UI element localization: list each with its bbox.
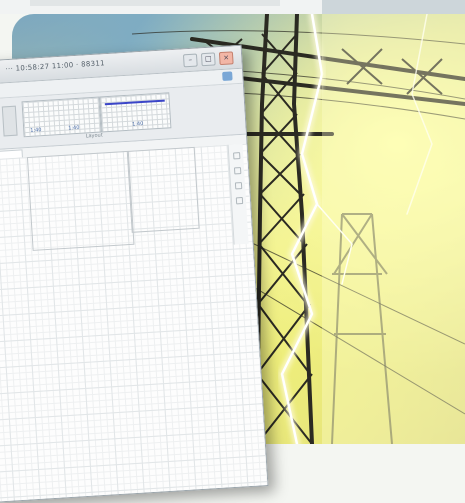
photo-right-overlay	[322, 14, 465, 444]
window-title: ··· 10:58:27 11:00 · 88311	[5, 59, 106, 74]
sheet-frame	[26, 150, 135, 251]
app-window[interactable]: ··· 10:58:27 11:00 · 88311 – □ × 1:40 1:…	[0, 44, 269, 503]
preview-caption: 1:40	[68, 124, 80, 132]
window-controls: – □ ×	[182, 51, 234, 68]
ribbon-group-label: Layout	[85, 132, 103, 140]
top-left-strip	[0, 0, 322, 14]
panel-handle-icon[interactable]	[234, 182, 242, 190]
panel-handle-icon[interactable]	[233, 167, 241, 175]
layout-preview-1[interactable]: 1:40 1:40	[21, 96, 102, 138]
ribbon-button[interactable]	[1, 105, 18, 137]
preview-caption: 1:40	[131, 120, 144, 128]
side-panel	[227, 143, 249, 245]
panel-handle-icon[interactable]	[235, 197, 243, 205]
layout-preview-2[interactable]: 1:40	[99, 92, 172, 133]
drawing-sheet[interactable]	[0, 143, 268, 503]
preview-caption: 1:40	[30, 127, 42, 134]
top-left-bar	[30, 0, 280, 6]
maximize-button[interactable]: □	[200, 52, 216, 67]
panel-handle-icon[interactable]	[232, 152, 240, 160]
sheet-frame	[126, 146, 200, 233]
help-icon[interactable]	[222, 71, 233, 82]
minimize-button[interactable]: –	[182, 53, 198, 68]
close-button[interactable]: ×	[218, 51, 234, 66]
